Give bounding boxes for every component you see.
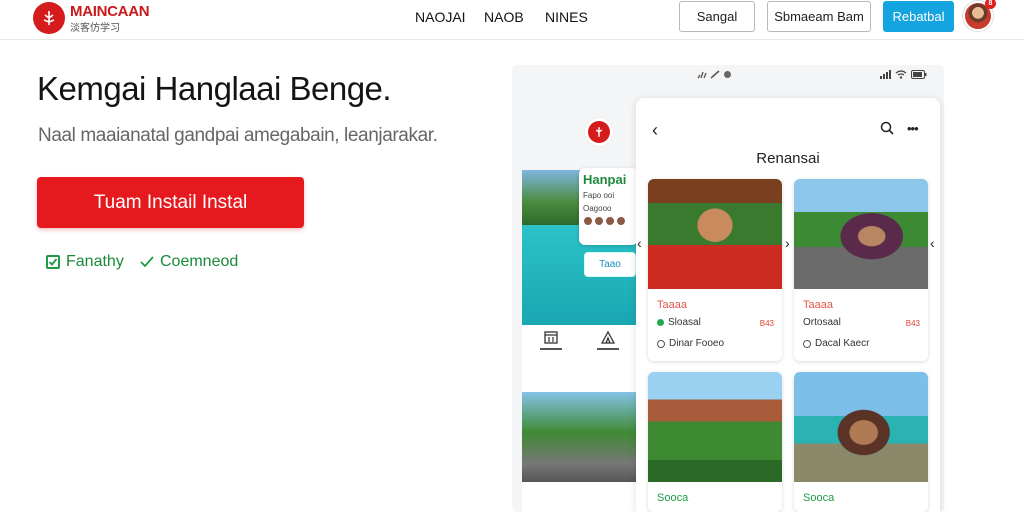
hero-title: Kemgai Hanglaai Benge. bbox=[37, 70, 392, 107]
back-card-line: Fapo ooi bbox=[583, 191, 615, 200]
profile-name: Sooca bbox=[803, 492, 835, 504]
online-dot bbox=[657, 319, 664, 326]
back-tab-1[interactable] bbox=[539, 330, 562, 350]
location-icon bbox=[724, 71, 731, 78]
chevron-left-icon[interactable]: ‹ bbox=[930, 235, 935, 251]
profile-location: Dinar Fooeo bbox=[657, 338, 724, 349]
back-card-line: Oagooo bbox=[583, 204, 612, 213]
profile-name: Taaaa bbox=[803, 299, 833, 311]
install-button[interactable]: Tuam Instail Instal bbox=[37, 177, 304, 228]
signal-icon bbox=[697, 71, 707, 79]
profile-tag: B43 bbox=[759, 319, 774, 328]
back-arrow-icon[interactable]: ‹ bbox=[652, 120, 658, 141]
profile-card[interactable]: Sooca bbox=[794, 372, 928, 512]
profile-card[interactable]: Taaaa Sloasal B43 Dinar Fooeo bbox=[648, 179, 782, 361]
wifi-icon bbox=[710, 70, 720, 79]
tab-underline bbox=[539, 348, 562, 350]
more-icon[interactable]: ••• bbox=[907, 121, 919, 136]
chevron-right-icon[interactable]: › bbox=[785, 235, 790, 251]
profile-card[interactable]: Taaaa Ortosaal B43 Dacal Kaecr bbox=[794, 179, 928, 361]
location-icon bbox=[803, 339, 811, 348]
feature-label-1: Fanathy bbox=[66, 253, 124, 270]
profile-photo bbox=[794, 179, 928, 289]
back-info-card[interactable]: Hanpai Fapo ooi Oagooo bbox=[579, 168, 638, 245]
nav-link-1[interactable]: NAOJAI bbox=[415, 9, 466, 25]
back-tab-2[interactable] bbox=[596, 330, 619, 350]
feature-label-2: Coemneod bbox=[160, 253, 239, 270]
chevron-left-icon[interactable]: ‹ bbox=[637, 235, 642, 251]
search-icon[interactable] bbox=[880, 121, 894, 135]
feature-check-1: Fanathy bbox=[46, 253, 124, 271]
tent-icon bbox=[600, 330, 615, 344]
brand-subtitle: 淡客仿学习 bbox=[70, 23, 120, 34]
hero-subtitle: Naal maaianatal gandpai amegabain, leanj… bbox=[38, 125, 438, 146]
profile-status: Sloasal bbox=[657, 317, 701, 328]
avatar-group bbox=[583, 216, 634, 226]
status-bar-left bbox=[697, 70, 732, 79]
app-logo-icon bbox=[585, 118, 613, 146]
back-icon-row bbox=[522, 330, 636, 350]
profile-tag: B43 bbox=[905, 319, 920, 328]
tab-underline bbox=[596, 348, 619, 350]
checkbox-icon bbox=[46, 255, 60, 269]
status-bar-right bbox=[880, 70, 927, 79]
profile-status: Ortosaal bbox=[803, 317, 841, 328]
profile-photo bbox=[794, 372, 928, 482]
back-card-title: Hanpai bbox=[583, 172, 627, 187]
cellular-icon bbox=[880, 70, 891, 79]
nav-link-3[interactable]: NINES bbox=[545, 9, 588, 25]
location-icon bbox=[657, 339, 665, 348]
profile-card[interactable]: Sooca bbox=[648, 372, 782, 512]
wifi-icon bbox=[895, 70, 907, 79]
screen-title: Renansai bbox=[756, 150, 820, 167]
nav-link-2[interactable]: NAOB bbox=[484, 9, 524, 25]
top-navbar: MAINCAAN 淡客仿学习 NAOJAI NAOB NINES Sangal … bbox=[0, 0, 1024, 40]
profile-location: Dacal Kaecr bbox=[803, 338, 869, 349]
profile-name: Taaaa bbox=[657, 299, 687, 311]
signin-button[interactable]: Sangal bbox=[679, 1, 755, 32]
calendar-icon bbox=[543, 331, 558, 344]
primary-button[interactable]: Rebatbal bbox=[883, 1, 954, 32]
notification-badge: 8 bbox=[985, 0, 996, 9]
check-icon bbox=[140, 256, 154, 268]
brand-logo-icon[interactable] bbox=[33, 2, 65, 34]
battery-icon bbox=[911, 70, 927, 79]
brand-name[interactable]: MAINCAAN bbox=[70, 3, 150, 20]
back-street-image bbox=[522, 392, 636, 482]
profile-photo bbox=[648, 179, 782, 289]
feature-check-2: Coemneod bbox=[140, 253, 238, 271]
back-action-button[interactable]: Taao bbox=[584, 252, 636, 277]
profile-photo bbox=[648, 372, 782, 482]
profile-name: Sooca bbox=[657, 492, 689, 504]
secondary-button[interactable]: Sbmaeam Bam bbox=[767, 1, 871, 32]
